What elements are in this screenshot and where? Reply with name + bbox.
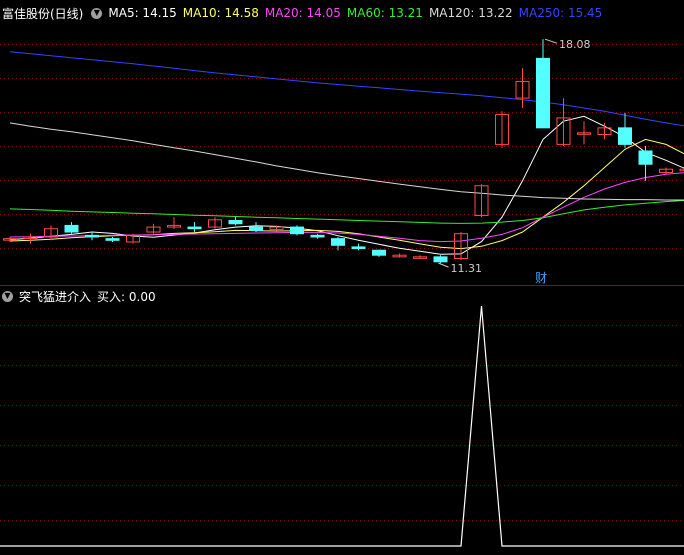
ma60-legend: MA60: 13.21	[346, 6, 423, 20]
ma250-legend: MA250: 15.45	[518, 6, 603, 20]
candle	[249, 222, 263, 233]
ma5-legend: MA5: 14.15	[108, 6, 177, 20]
high-price-label: 18.08	[559, 38, 591, 51]
candle	[351, 243, 366, 251]
ma250-line	[9, 51, 684, 127]
candle-body	[679, 168, 684, 172]
candle	[413, 255, 427, 259]
candle-body	[64, 224, 79, 233]
candle-body	[618, 127, 632, 145]
candle	[331, 237, 345, 251]
candle	[433, 255, 448, 264]
candle-body	[228, 219, 243, 225]
candle	[310, 233, 325, 239]
candle	[638, 146, 653, 181]
candle	[290, 225, 304, 236]
candle	[208, 217, 222, 229]
moving-average-lines	[9, 51, 684, 255]
candle-body	[372, 249, 386, 256]
candle	[126, 233, 140, 244]
candle	[167, 217, 181, 229]
high-pointer	[544, 38, 558, 44]
candle-body	[331, 238, 345, 246]
price-grid	[0, 44, 684, 249]
candle	[44, 225, 58, 241]
candle-body	[638, 150, 653, 165]
candle	[618, 112, 632, 148]
candle	[146, 223, 161, 234]
candle	[372, 249, 386, 257]
candle-body	[351, 246, 366, 250]
candle-body	[290, 226, 304, 235]
ma60-line	[9, 199, 684, 224]
candle-body	[433, 256, 448, 263]
candle-body	[187, 226, 202, 230]
candle	[474, 184, 489, 218]
indicator-title: 突飞猛进介入	[19, 289, 92, 304]
candle	[85, 232, 99, 241]
candle-body	[249, 226, 263, 231]
ma10-legend: MA10: 14.58	[182, 6, 259, 20]
price-legend: 富佳股份(日线) ▼ MA5: 14.15 MA10: 14.58 MA20: …	[0, 4, 602, 22]
candle	[577, 121, 591, 145]
candle	[515, 68, 530, 108]
ma10-line	[9, 138, 684, 250]
ma120-legend: MA120: 13.22	[428, 6, 513, 20]
candle	[536, 39, 550, 129]
finance-marker: 财	[535, 271, 547, 285]
stock-chart[interactable]: 18.08 11.31 财	[0, 0, 684, 555]
candle-body	[310, 234, 325, 238]
candle	[597, 122, 612, 140]
indicator-line	[0, 305, 684, 547]
candle	[228, 217, 243, 226]
candle	[392, 253, 407, 258]
indicator-legend: ▼ 突飞猛进介入 买入: 0.00	[0, 287, 156, 305]
candle	[23, 233, 38, 244]
candle-body	[536, 57, 550, 129]
chevron-down-icon[interactable]: ▼	[2, 290, 13, 302]
indicator-grid	[0, 325, 684, 521]
candle	[659, 167, 673, 175]
candle	[187, 222, 202, 233]
candle	[495, 111, 509, 148]
indicator-signal-line	[0, 305, 684, 547]
ma20-line	[9, 172, 684, 243]
candle	[105, 237, 120, 242]
candle-body	[85, 234, 99, 238]
low-price-label: 11.31	[451, 262, 483, 275]
chevron-down-icon[interactable]: ▼	[91, 7, 103, 19]
stock-title: 富佳股份(日线)	[2, 6, 84, 21]
candle-body	[105, 238, 120, 241]
candle	[454, 232, 468, 261]
candle	[64, 222, 79, 234]
indicator-value: 买入: 0.00	[97, 289, 156, 304]
ma20-legend: MA20: 14.05	[264, 6, 341, 20]
low-pointer	[438, 262, 449, 268]
candlesticks	[3, 39, 684, 264]
